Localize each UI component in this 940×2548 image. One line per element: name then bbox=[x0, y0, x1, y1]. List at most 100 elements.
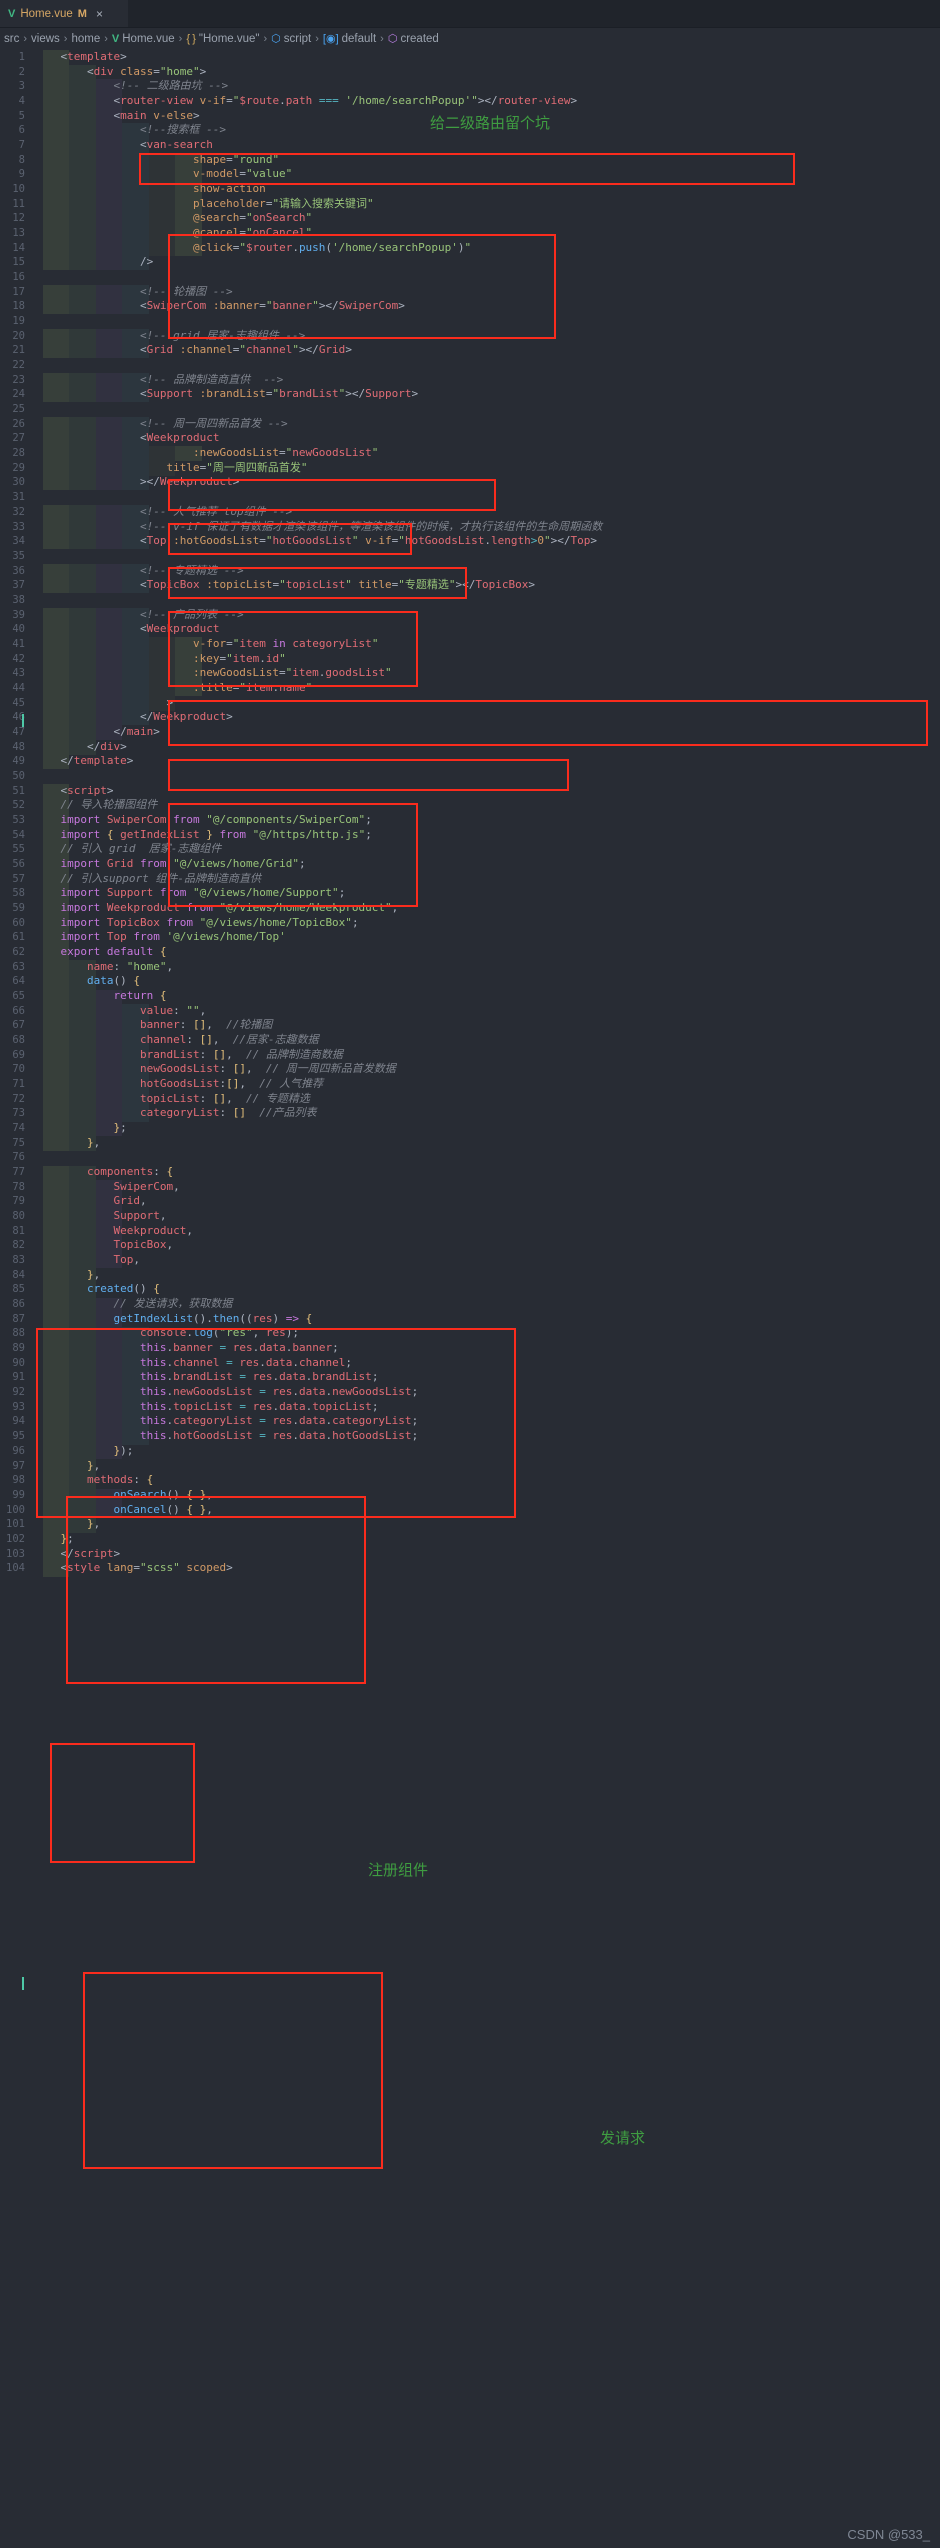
close-icon[interactable]: × bbox=[96, 7, 103, 21]
code-line[interactable]: 97 }, bbox=[0, 1459, 940, 1474]
code-line[interactable]: 67 banner: [], //轮播图 bbox=[0, 1018, 940, 1033]
code-line[interactable]: 34 <Top :hotGoodsList="hotGoodsList" v-i… bbox=[0, 534, 940, 549]
code-line[interactable]: 1 <template> bbox=[0, 50, 940, 65]
code-line[interactable]: 62 export default { bbox=[0, 945, 940, 960]
code-line[interactable]: 14 @click="$router.push('/home/searchPop… bbox=[0, 241, 940, 256]
code-line[interactable]: 51 <script> bbox=[0, 784, 940, 799]
code-line[interactable]: 33 <!-- v-if 保证了有数据才渲染该组件，等渲染该组件的时候，才执行该… bbox=[0, 520, 940, 535]
code-line[interactable]: 19 bbox=[0, 314, 940, 329]
code-line[interactable]: 29 title="周一周四新品首发" bbox=[0, 461, 940, 476]
code-line[interactable]: 92 this.newGoodsList = res.data.newGoods… bbox=[0, 1385, 940, 1400]
code-line[interactable]: 45 > bbox=[0, 696, 940, 711]
code-line[interactable]: 82 TopicBox, bbox=[0, 1238, 940, 1253]
code-line[interactable]: 68 channel: [], //居家-志趣数据 bbox=[0, 1033, 940, 1048]
code-line[interactable]: 44 :title="item.name" bbox=[0, 681, 940, 696]
code-line[interactable]: 52 // 导入轮播图组件 bbox=[0, 798, 940, 813]
code-line[interactable]: 79 Grid, bbox=[0, 1194, 940, 1209]
code-line[interactable]: 12 @search="onSearch" bbox=[0, 211, 940, 226]
code-content[interactable]: 1 <template> 2 <div class="home"> 3 <!-- 二… bbox=[0, 50, 940, 1576]
code-line[interactable]: 93 this.topicList = res.data.topicList; bbox=[0, 1400, 940, 1415]
tab-home-vue[interactable]: V Home.vue M × bbox=[0, 0, 128, 27]
code-line[interactable]: 80 Support, bbox=[0, 1209, 940, 1224]
code-line[interactable]: 26 <!-- 周一周四新品首发 --> bbox=[0, 417, 940, 432]
code-line[interactable]: 66 value: "", bbox=[0, 1004, 940, 1019]
code-line[interactable]: 32 <!-- 人气推荐 top组件 --> bbox=[0, 505, 940, 520]
code-line[interactable]: 85 created() { bbox=[0, 1282, 940, 1297]
code-line[interactable]: 63 name: "home", bbox=[0, 960, 940, 975]
code-line[interactable]: 75 }, bbox=[0, 1136, 940, 1151]
breadcrumb-item-home[interactable]: home bbox=[71, 33, 100, 45]
code-line[interactable]: 73 categoryList: [] //产品列表 bbox=[0, 1106, 940, 1121]
code-line[interactable]: 43 :newGoodsList="item.goodsList" bbox=[0, 666, 940, 681]
code-line[interactable]: 31 bbox=[0, 490, 940, 505]
code-line[interactable]: 95 this.hotGoodsList = res.data.hotGoods… bbox=[0, 1429, 940, 1444]
code-line[interactable]: 64 data() { bbox=[0, 974, 940, 989]
code-line[interactable]: 49 </template> bbox=[0, 754, 940, 769]
code-line[interactable]: 71 hotGoodsList:[], // 人气推荐 bbox=[0, 1077, 940, 1092]
code-line[interactable]: 77 components: { bbox=[0, 1165, 940, 1180]
code-line[interactable]: 103 </script> bbox=[0, 1547, 940, 1562]
code-line[interactable]: 41 v-for="item in categoryList" bbox=[0, 637, 940, 652]
code-line[interactable]: 70 newGoodsList: [], // 周一周四新品首发数据 bbox=[0, 1062, 940, 1077]
code-line[interactable]: 57 // 引入support 组件-品牌制造商直供 bbox=[0, 872, 940, 887]
code-line[interactable]: 20 <!-- grid 居家-志趣组件 --> bbox=[0, 329, 940, 344]
code-line[interactable]: 99 onSearch() { }, bbox=[0, 1488, 940, 1503]
code-line[interactable]: 3 <!-- 二级路由坑 --> bbox=[0, 79, 940, 94]
code-line[interactable]: 8 shape="round" bbox=[0, 153, 940, 168]
code-line[interactable]: 61 import Top from '@/views/home/Top' bbox=[0, 930, 940, 945]
breadcrumb-item-home-vue[interactable]: { } "Home.vue" bbox=[186, 33, 259, 45]
code-line[interactable]: 13 @cancel="onCancel" bbox=[0, 226, 940, 241]
code-line[interactable]: 88 console.log("res", res); bbox=[0, 1326, 940, 1341]
code-line[interactable]: 104 <style lang="scss" scoped> bbox=[0, 1561, 940, 1576]
code-line[interactable]: 58 import Support from "@/views/home/Sup… bbox=[0, 886, 940, 901]
code-line[interactable]: 23 <!-- 品牌制造商直供 --> bbox=[0, 373, 940, 388]
code-line[interactable]: 39 <!-- 产品列表 --> bbox=[0, 608, 940, 623]
breadcrumb-item-created[interactable]: ⬡ created bbox=[388, 33, 439, 45]
code-line[interactable]: 48 </div> bbox=[0, 740, 940, 755]
code-line[interactable]: 37 <TopicBox :topicList="topicList" titl… bbox=[0, 578, 940, 593]
code-line[interactable]: 84 }, bbox=[0, 1268, 940, 1283]
code-line[interactable]: 4 <router-view v-if="$route.path === '/h… bbox=[0, 94, 940, 109]
code-editor[interactable]: 1 <template> 2 <div class="home"> 3 <!-- 二… bbox=[0, 50, 940, 2548]
code-line[interactable]: 60 import TopicBox from "@/views/home/To… bbox=[0, 916, 940, 931]
code-line[interactable]: 7 <van-search bbox=[0, 138, 940, 153]
code-line[interactable]: 56 import Grid from "@/views/home/Grid"; bbox=[0, 857, 940, 872]
code-line[interactable]: 24 <Support :brandList="brandList"></Sup… bbox=[0, 387, 940, 402]
code-line[interactable]: 90 this.channel = res.data.channel; bbox=[0, 1356, 940, 1371]
code-line[interactable]: 40 <Weekproduct bbox=[0, 622, 940, 637]
code-line[interactable]: 69 brandList: [], // 品牌制造商数据 bbox=[0, 1048, 940, 1063]
code-line[interactable]: 22 bbox=[0, 358, 940, 373]
code-line[interactable]: 47 </main> bbox=[0, 725, 940, 740]
code-line[interactable]: 102 }; bbox=[0, 1532, 940, 1547]
code-line[interactable]: 16 bbox=[0, 270, 940, 285]
breadcrumb-item-src[interactable]: src bbox=[4, 33, 19, 45]
code-line[interactable]: 94 this.categoryList = res.data.category… bbox=[0, 1414, 940, 1429]
code-line[interactable]: 11 placeholder="请输入搜索关键词" bbox=[0, 197, 940, 212]
code-line[interactable]: 2 <div class="home"> bbox=[0, 65, 940, 80]
code-line[interactable]: 21 <Grid :channel="channel"></Grid> bbox=[0, 343, 940, 358]
breadcrumb-item-home-vue[interactable]: V Home.vue bbox=[112, 33, 175, 45]
code-line[interactable]: 87 getIndexList().then((res) => { bbox=[0, 1312, 940, 1327]
code-line[interactable]: 15 /> bbox=[0, 255, 940, 270]
code-line[interactable]: 38 bbox=[0, 593, 940, 608]
code-line[interactable]: 86 // 发送请求，获取数据 bbox=[0, 1297, 940, 1312]
code-line[interactable]: 72 topicList: [], // 专题精选 bbox=[0, 1092, 940, 1107]
code-line[interactable]: 10 show-action bbox=[0, 182, 940, 197]
code-line[interactable]: 18 <SwiperCom :banner="banner"></SwiperC… bbox=[0, 299, 940, 314]
code-line[interactable]: 101 }, bbox=[0, 1517, 940, 1532]
code-line[interactable]: 78 SwiperCom, bbox=[0, 1180, 940, 1195]
code-line[interactable]: 100 onCancel() { }, bbox=[0, 1503, 940, 1518]
code-line[interactable]: 89 this.banner = res.data.banner; bbox=[0, 1341, 940, 1356]
code-line[interactable]: 96 }); bbox=[0, 1444, 940, 1459]
breadcrumb-item-script[interactable]: ⬡ script bbox=[271, 33, 311, 45]
code-line[interactable]: 35 bbox=[0, 549, 940, 564]
code-line[interactable]: 59 import Weekproduct from "@/views/home… bbox=[0, 901, 940, 916]
code-line[interactable]: 17 <!-- 轮播图 --> bbox=[0, 285, 940, 300]
code-line[interactable]: 46 </Weekproduct> bbox=[0, 710, 940, 725]
code-line[interactable]: 30 ></Weekproduct> bbox=[0, 475, 940, 490]
code-line[interactable]: 98 methods: { bbox=[0, 1473, 940, 1488]
code-line[interactable]: 55 // 引入 grid 居家-志趣组件 bbox=[0, 842, 940, 857]
code-line[interactable]: 9 v-model="value" bbox=[0, 167, 940, 182]
code-line[interactable]: 54 import { getIndexList } from "@/https… bbox=[0, 828, 940, 843]
code-line[interactable]: 53 import SwiperCom from "@/components/S… bbox=[0, 813, 940, 828]
